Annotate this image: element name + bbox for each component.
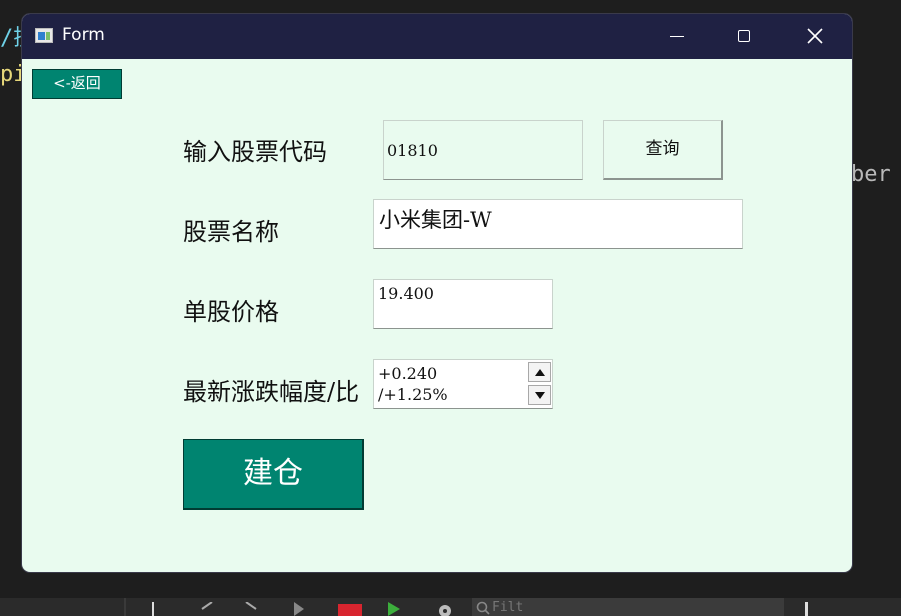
run-icon[interactable] <box>386 602 402 616</box>
step-icon[interactable] <box>146 602 160 616</box>
stock-code-input[interactable]: 01810 <box>383 120 583 180</box>
back-button[interactable]: <-返回 <box>32 69 122 99</box>
play-icon[interactable] <box>292 602 306 616</box>
forward-arrow-icon[interactable] <box>244 602 258 616</box>
unit-price-label: 单股价格 <box>183 298 279 326</box>
minimize-icon <box>670 36 684 37</box>
form-window: Form <-返回 输入股票代码 01810 查询 股票名称 小米集团-W 单股… <box>22 14 852 572</box>
search-icon <box>476 601 490 615</box>
back-arrow-icon[interactable] <box>200 602 214 616</box>
filter-placeholder: Filt <box>492 600 524 615</box>
title-bar[interactable]: Form <box>22 14 852 59</box>
stock-name-field[interactable]: 小米集团-W <box>373 199 743 249</box>
filter-input[interactable]: Filt <box>472 598 784 616</box>
close-button[interactable] <box>780 14 850 59</box>
app-window-icon <box>35 28 53 43</box>
spin-down-button[interactable] <box>528 385 551 405</box>
maximize-button[interactable] <box>710 14 780 59</box>
maximize-icon <box>738 30 750 42</box>
latest-change-label: 最新涨跌幅度/比 <box>183 378 360 406</box>
arrow-down-icon <box>535 392 545 399</box>
change-amount: +0.240 <box>378 364 438 383</box>
latest-change-spinbox[interactable]: +0.240 /+1.25% <box>373 359 553 409</box>
change-percent: /+1.25% <box>378 385 448 404</box>
query-button[interactable]: 查询 <box>603 120 723 180</box>
background-code-fragment: ber <box>851 162 891 187</box>
toolbar-divider-icon <box>805 602 808 616</box>
toolbar-separator <box>124 598 126 616</box>
unit-price-field[interactable]: 19.400 <box>373 279 553 329</box>
stock-code-label: 输入股票代码 <box>183 138 327 166</box>
minimize-button[interactable] <box>642 14 712 59</box>
close-icon <box>807 28 823 44</box>
open-position-button[interactable]: 建仓 <box>183 439 364 510</box>
bottom-toolbar: Filt <box>0 598 901 616</box>
arrow-up-icon <box>535 369 545 376</box>
stock-name-label: 股票名称 <box>183 218 279 246</box>
settings-gear-icon[interactable] <box>436 602 454 616</box>
stop-icon[interactable] <box>338 602 362 616</box>
window-title: Form <box>62 25 105 45</box>
spin-up-button[interactable] <box>528 362 551 382</box>
